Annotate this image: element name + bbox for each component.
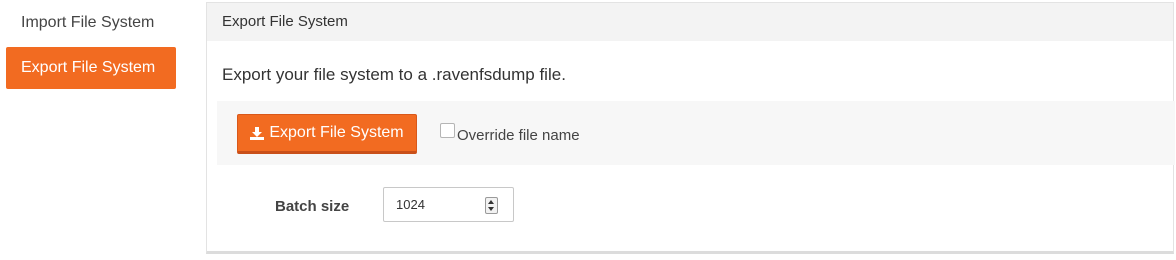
batch-size-label: Batch size <box>275 198 350 215</box>
panel-intro-text: Export your file system to a .ravenfsdum… <box>222 65 566 84</box>
download-icon <box>250 126 265 140</box>
increment-icon[interactable] <box>488 200 494 204</box>
batch-size-value: 1024 <box>396 197 425 212</box>
override-file-name-option[interactable]: Override file name <box>440 123 580 144</box>
override-file-name-label: Override file name <box>457 127 580 144</box>
panel-title: Export File System <box>207 3 1173 41</box>
sidebar: Import File System Export File System <box>6 2 176 89</box>
decrement-icon[interactable] <box>488 207 494 211</box>
export-file-system-button[interactable]: Export File System <box>237 114 417 154</box>
export-button-label: Export File System <box>269 124 404 141</box>
override-file-name-checkbox[interactable] <box>440 123 455 138</box>
batch-size-stepper[interactable] <box>485 197 498 214</box>
action-bar: Export File System Override file name <box>217 101 1175 165</box>
export-panel: Export File System Export your file syst… <box>206 2 1175 254</box>
batch-size-input[interactable]: 1024 <box>383 187 514 222</box>
sidebar-item-import-file-system[interactable]: Import File System <box>6 2 176 44</box>
sidebar-item-export-file-system[interactable]: Export File System <box>6 47 176 89</box>
sidebar-item-label: Import File System <box>21 14 155 31</box>
page: Import File System Export File System Ex… <box>0 0 1176 260</box>
sidebar-item-label: Export File System <box>21 59 156 76</box>
